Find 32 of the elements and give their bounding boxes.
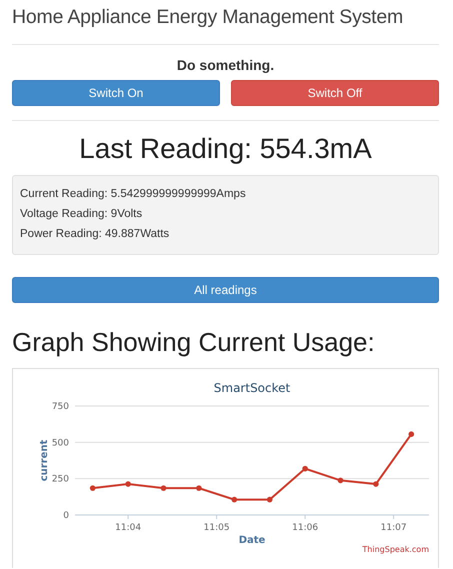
- y-tick-label: 250: [52, 474, 69, 485]
- data-point: [232, 496, 238, 502]
- chart-title: SmartSocket: [214, 381, 290, 395]
- data-point: [160, 485, 166, 491]
- y-tick-label: 0: [63, 511, 69, 521]
- x-axis-time-label: 11:07: [380, 523, 407, 533]
- last-reading-heading: Last Reading: 554.3mA: [78, 133, 373, 165]
- graph-heading: Graph Showing Current Usage:: [12, 327, 376, 358]
- reading-text: Current Reading: 5.542999999999999Amps: [20, 188, 247, 200]
- credit-link[interactable]: ThingSpeak.com: [362, 545, 429, 554]
- data-point: [266, 496, 272, 502]
- page-title: Home Appliance Energy Management System: [12, 5, 404, 30]
- switch-off-button[interactable]: Switch Off: [231, 80, 439, 106]
- data-point: [302, 466, 308, 472]
- switch-on-button[interactable]: Switch On: [12, 80, 220, 106]
- data-point: [196, 485, 202, 491]
- x-axis-time-label: 11:04: [115, 523, 142, 533]
- reading-text: Voltage Reading: 9Volts: [20, 208, 144, 220]
- reading-text: Power Reading: 49.887Watts: [20, 228, 170, 240]
- all-readings-button[interactable]: All readings: [12, 277, 439, 303]
- data-point: [373, 481, 379, 487]
- y-tick-label: 500: [52, 438, 69, 448]
- data-point: [90, 485, 96, 491]
- data-point: [338, 478, 344, 484]
- data-point: [125, 481, 131, 487]
- data-point: [408, 431, 414, 437]
- x-axis-time-label: 11:05: [204, 523, 230, 533]
- section-heading: Do something.: [176, 57, 276, 73]
- x-axis-time-label: 11:06: [292, 523, 318, 533]
- y-axis-label: current: [39, 440, 50, 482]
- x-axis-label: Date: [238, 535, 266, 546]
- y-tick-label: 750: [52, 402, 69, 412]
